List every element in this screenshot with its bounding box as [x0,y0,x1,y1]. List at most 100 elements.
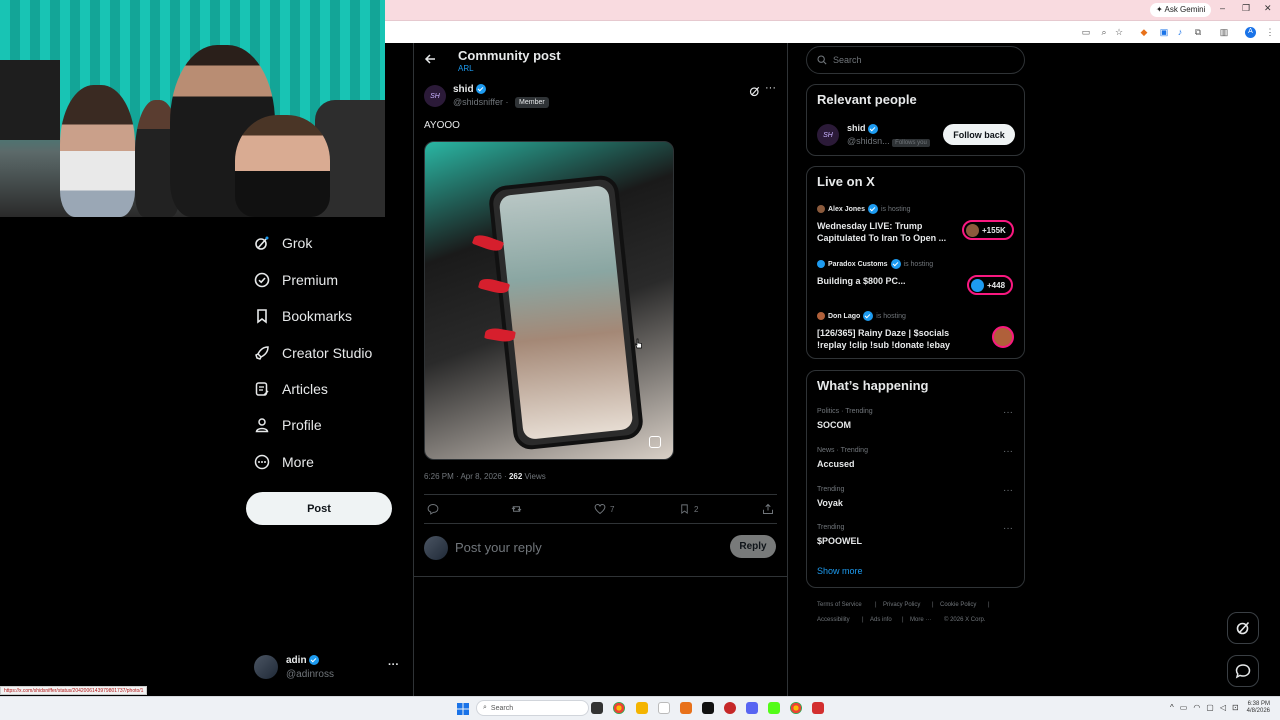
post-media-image[interactable] [424,141,674,460]
system-tray-icons[interactable]: ^▭◠▢◁⊡ [1170,703,1245,712]
nav-item-grok[interactable]: Grok [254,231,312,255]
footer-separator: | [862,617,864,623]
live-stream-title[interactable]: [126/365] Rainy Daze | $socials !replay … [817,327,967,351]
discord-icon[interactable] [746,702,758,714]
zoom-icon[interactable]: ⌕ [1099,27,1109,37]
views-count: 262 [508,472,523,481]
taskbar-clock[interactable]: 6:38 PM 4/8/2026 [1238,701,1270,715]
footer-more-link[interactable]: More ··· [910,617,931,623]
grok-explain-icon[interactable] [749,84,761,102]
trend-name[interactable]: SOCOM [817,420,851,430]
close-icon[interactable]: ✕ [1264,3,1272,14]
follow-back-button[interactable]: Follow back [943,124,1015,145]
live-listener-pill[interactable]: +155K [962,220,1014,240]
restore-icon[interactable]: ❐ [1242,3,1250,14]
app-icon[interactable] [724,702,736,714]
post-author-meta: @shidsniffer · Member [453,97,549,109]
live-avatar-ring[interactable] [992,326,1014,348]
live-title-line: Wednesday LIVE: Trump [817,221,923,231]
show-more-link[interactable]: Show more [817,566,863,576]
more-dots-icon[interactable]: ··· [388,659,399,671]
messages-float-button[interactable] [1227,655,1259,687]
repost-action[interactable] [510,503,523,515]
nav-label-more: More [282,454,314,470]
reply-input[interactable]: Post your reply [455,540,542,555]
profile-avatar-icon[interactable]: A [1245,27,1256,38]
extension-icon[interactable]: ▣ [1159,27,1169,37]
nav-item-profile[interactable]: Profile [254,413,322,437]
community-link[interactable]: ARL [458,64,474,73]
repost-icon [511,506,522,512]
post-more-icon[interactable]: ··· [765,82,776,94]
post-author-handle[interactable]: @shidsniffer [453,97,503,107]
nav-item-premium[interactable]: Premium [254,268,338,292]
share-action[interactable] [762,503,774,515]
live-host[interactable]: Don Lago is hosting [817,311,906,321]
sensitive-media-icon[interactable] [649,436,661,448]
live-stream-title[interactable]: Building a $800 PC... [817,275,957,287]
kick-icon[interactable] [768,702,780,714]
trend-name[interactable]: Accused [817,459,855,469]
taskbar-search[interactable]: ⌕ Search [476,700,589,716]
views-label: Views [522,472,546,481]
search-input[interactable]: Search [806,46,1025,74]
reply-button[interactable]: Reply [730,535,776,558]
extension-icon[interactable]: ◆ [1139,27,1149,37]
task-view-icon[interactable] [591,702,603,714]
nav-item-more[interactable]: More [254,450,314,474]
nav-item-articles[interactable]: Articles [254,377,328,401]
trend-name[interactable]: $POOWEL [817,536,862,546]
webcam-overlay [0,0,385,217]
app-icon[interactable] [680,702,692,714]
star-icon[interactable]: ☆ [1114,27,1124,37]
ask-gemini-button[interactable]: ✦ Ask Gemini [1150,3,1212,17]
notepad-icon[interactable] [658,702,670,714]
avatar [817,260,825,268]
relevant-person-name[interactable]: shid [847,123,879,134]
cast-icon[interactable]: ▭ [1081,27,1091,37]
chrome-icon[interactable] [613,702,625,714]
app-icon[interactable] [812,702,824,714]
chrome-icon[interactable] [790,702,802,714]
app-icon[interactable] [702,702,714,714]
sidepanel-icon[interactable]: ▥ [1219,27,1229,37]
live-host[interactable]: Alex Jones is hosting [817,204,911,214]
menu-kebab-icon[interactable]: ⋮ [1265,27,1275,37]
post-button[interactable]: Post [246,492,392,525]
trend-more-icon[interactable]: ··· [1003,523,1013,534]
footer-ads-link[interactable]: Ads info [870,617,892,623]
bookmarks-count: 2 [694,504,699,514]
file-explorer-icon[interactable] [636,702,648,714]
live-title-line: Capitulated To Iran To Open ... [817,233,947,243]
grok-float-button[interactable] [1227,612,1259,644]
post-author-name[interactable]: shid [453,84,487,95]
windows-start-icon[interactable] [457,702,469,715]
audio-icon[interactable]: ♪ [1175,27,1185,37]
trend-more-icon[interactable]: ··· [1003,446,1013,457]
trend-more-icon[interactable]: ··· [1003,485,1013,496]
nav-item-bookmarks[interactable]: Bookmarks [254,304,352,328]
trend-more-icon[interactable]: ··· [1003,407,1013,418]
post-author-avatar[interactable]: SH [424,85,446,107]
live-listener-pill[interactable]: +448 [967,275,1014,295]
back-arrow-icon[interactable] [424,53,436,68]
bookmark-action[interactable]: 2 [679,503,698,515]
footer-copyright: © 2026 X Corp. [944,617,986,623]
footer-accessibility-link[interactable]: Accessibility [817,617,850,623]
account-switcher[interactable]: adin @adinross ··· [254,655,404,685]
live-stream-title[interactable]: Wednesday LIVE: Trump Capitulated To Ira… [817,220,957,244]
extensions-puzzle-icon[interactable]: ⧉ [1193,27,1203,37]
footer-terms-link[interactable]: Terms of Service [817,602,862,608]
minimize-icon[interactable]: – [1220,3,1225,13]
trend-name[interactable]: Voyak [817,498,843,508]
relevant-person-avatar[interactable]: SH [817,124,839,146]
grok-icon [1236,621,1250,635]
reply-action[interactable] [427,503,439,515]
like-action[interactable]: 7 [594,503,614,515]
live-host[interactable]: Paradox Customs is hosting [817,259,933,269]
likes-count: 7 [610,504,615,514]
footer-cookie-link[interactable]: Cookie Policy [940,602,976,608]
live-title-line: [126/365] Rainy Daze | $socials [817,328,950,338]
footer-privacy-link[interactable]: Privacy Policy [883,602,920,608]
nav-item-creator-studio[interactable]: Creator Studio [254,341,372,365]
